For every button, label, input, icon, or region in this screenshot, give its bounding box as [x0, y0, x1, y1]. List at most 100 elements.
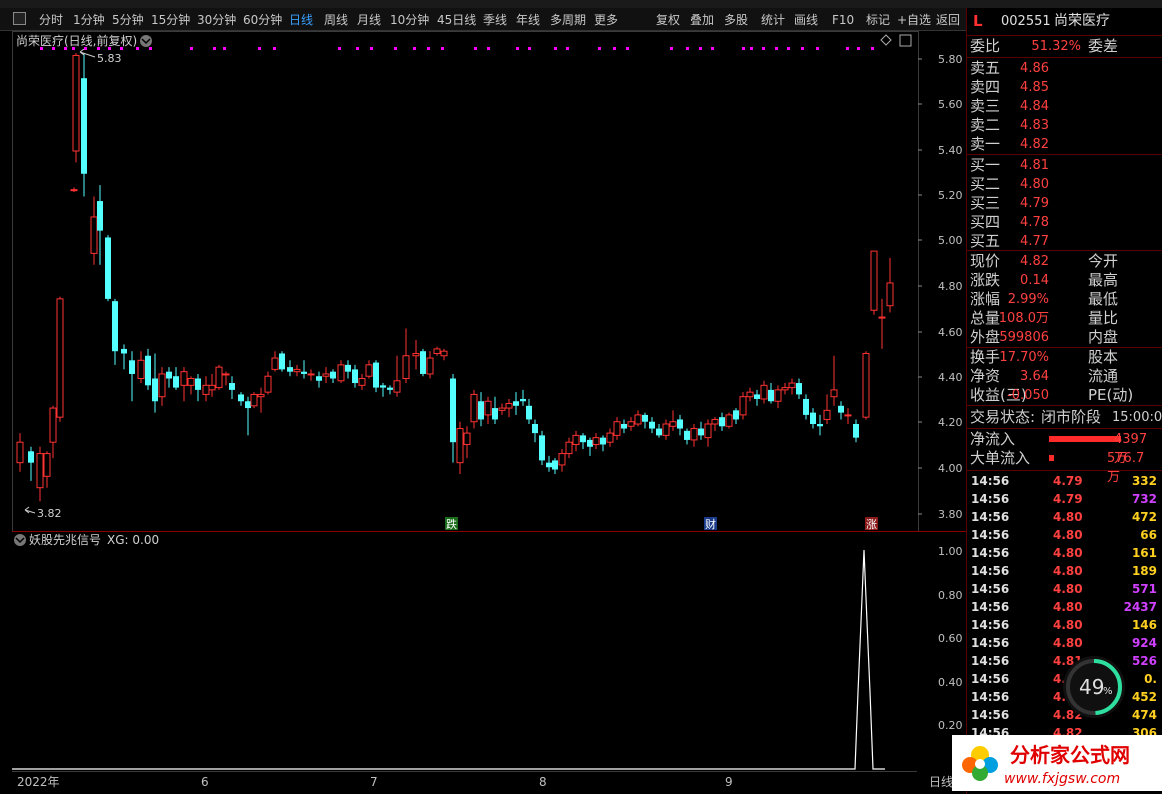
- candle[interactable]: [450, 378, 456, 443]
- candle[interactable]: [513, 401, 519, 406]
- candle[interactable]: [222, 373, 230, 376]
- maximize-icon[interactable]: [899, 34, 912, 47]
- candle[interactable]: [781, 387, 789, 391]
- candle[interactable]: [478, 401, 484, 420]
- candle[interactable]: [166, 371, 172, 379]
- candle[interactable]: [380, 385, 386, 388]
- candle[interactable]: [711, 418, 719, 425]
- candle[interactable]: [788, 382, 796, 389]
- kline-chart[interactable]: 尚荣医疗(日线,前复权) 5.83 3.82 跌 财 涨: [12, 31, 919, 532]
- tool-button-2[interactable]: 多股: [724, 12, 748, 28]
- period-tab-5[interactable]: 60分钟: [243, 12, 282, 28]
- candle[interactable]: [245, 401, 251, 409]
- tool-button-6[interactable]: 标记: [866, 12, 890, 28]
- candle[interactable]: [621, 424, 627, 429]
- candle[interactable]: [546, 462, 552, 468]
- badge-zhang[interactable]: 涨: [865, 517, 878, 531]
- candle[interactable]: [684, 430, 690, 440]
- candle[interactable]: [642, 414, 648, 422]
- candle[interactable]: [129, 360, 135, 374]
- trade-row[interactable]: 14:56 4.80 189: [967, 562, 1162, 580]
- candle[interactable]: [587, 439, 593, 447]
- candle[interactable]: [719, 417, 725, 427]
- candle[interactable]: [662, 423, 670, 436]
- trade-row[interactable]: 14:56 4.80 924: [967, 634, 1162, 652]
- candle[interactable]: [105, 237, 111, 299]
- candle[interactable]: [830, 389, 838, 398]
- candle[interactable]: [498, 407, 506, 411]
- trade-row[interactable]: 14:56 4.80 146: [967, 616, 1162, 634]
- candle[interactable]: [463, 432, 471, 445]
- candle[interactable]: [322, 373, 330, 377]
- period-tab-6[interactable]: 日线: [289, 12, 313, 28]
- candle[interactable]: [739, 396, 747, 416]
- candle[interactable]: [492, 408, 498, 420]
- candle[interactable]: [301, 371, 307, 374]
- candle[interactable]: [145, 355, 151, 386]
- candle[interactable]: [112, 301, 118, 352]
- candle[interactable]: [669, 421, 677, 427]
- indicator-pane[interactable]: 妖股先兆信号 XG: 0.00: [12, 532, 917, 770]
- candle[interactable]: [656, 428, 662, 436]
- candle[interactable]: [520, 398, 526, 402]
- badge-die[interactable]: 跌: [445, 517, 458, 531]
- trade-row[interactable]: 14:56 4.80 66: [967, 526, 1162, 544]
- candle[interactable]: [173, 376, 179, 388]
- candle[interactable]: [97, 201, 103, 231]
- candle[interactable]: [215, 366, 223, 389]
- candle[interactable]: [28, 451, 34, 463]
- candle[interactable]: [817, 424, 823, 427]
- period-tab-0[interactable]: 分时: [39, 12, 63, 28]
- tool-button-3[interactable]: 统计: [761, 12, 785, 28]
- candle[interactable]: [330, 371, 336, 379]
- candle[interactable]: [526, 405, 532, 420]
- trade-row[interactable]: 14:56 4.80 161: [967, 544, 1162, 562]
- candle[interactable]: [532, 424, 538, 434]
- trade-row[interactable]: 14:56 4.80 472: [967, 508, 1162, 526]
- candle[interactable]: [426, 357, 434, 375]
- period-tab-9[interactable]: 10分钟: [390, 12, 429, 28]
- candle[interactable]: [754, 394, 760, 399]
- candle[interactable]: [352, 369, 358, 384]
- candle[interactable]: [505, 403, 513, 409]
- period-tab-8[interactable]: 月线: [357, 12, 381, 28]
- candle[interactable]: [373, 362, 379, 388]
- candle[interactable]: [402, 355, 410, 379]
- candle[interactable]: [70, 189, 78, 192]
- candle[interactable]: [746, 391, 754, 398]
- period-tab-10[interactable]: 45日线: [437, 12, 476, 28]
- candle[interactable]: [704, 423, 712, 439]
- candle[interactable]: [433, 348, 441, 354]
- candle[interactable]: [853, 424, 859, 438]
- candle[interactable]: [768, 389, 774, 402]
- candle[interactable]: [565, 441, 573, 455]
- candle[interactable]: [208, 384, 216, 391]
- candle[interactable]: [862, 352, 870, 418]
- candle[interactable]: [152, 378, 158, 402]
- candle[interactable]: [279, 353, 285, 370]
- candle[interactable]: [264, 375, 272, 393]
- candle[interactable]: [345, 364, 351, 372]
- candle[interactable]: [613, 421, 621, 436]
- candle[interactable]: [823, 409, 831, 420]
- candle[interactable]: [649, 421, 655, 429]
- candle[interactable]: [36, 453, 44, 489]
- candle[interactable]: [844, 414, 852, 417]
- candle[interactable]: [195, 378, 201, 390]
- chart-menu-icon[interactable]: [140, 35, 152, 47]
- candle[interactable]: [572, 434, 580, 445]
- candle[interactable]: [250, 393, 258, 407]
- candle[interactable]: [49, 407, 57, 443]
- tool-button-4[interactable]: 画线: [794, 12, 818, 28]
- tool-button-5[interactable]: F10: [832, 12, 854, 28]
- candle[interactable]: [606, 432, 614, 443]
- candle[interactable]: [202, 384, 210, 395]
- candle[interactable]: [733, 410, 739, 420]
- candle[interactable]: [552, 460, 558, 470]
- candle[interactable]: [796, 383, 802, 395]
- candle[interactable]: [81, 78, 87, 174]
- period-tab-11[interactable]: 季线: [483, 12, 507, 28]
- candle[interactable]: [803, 398, 809, 415]
- candle[interactable]: [592, 437, 600, 445]
- candle[interactable]: [387, 387, 393, 390]
